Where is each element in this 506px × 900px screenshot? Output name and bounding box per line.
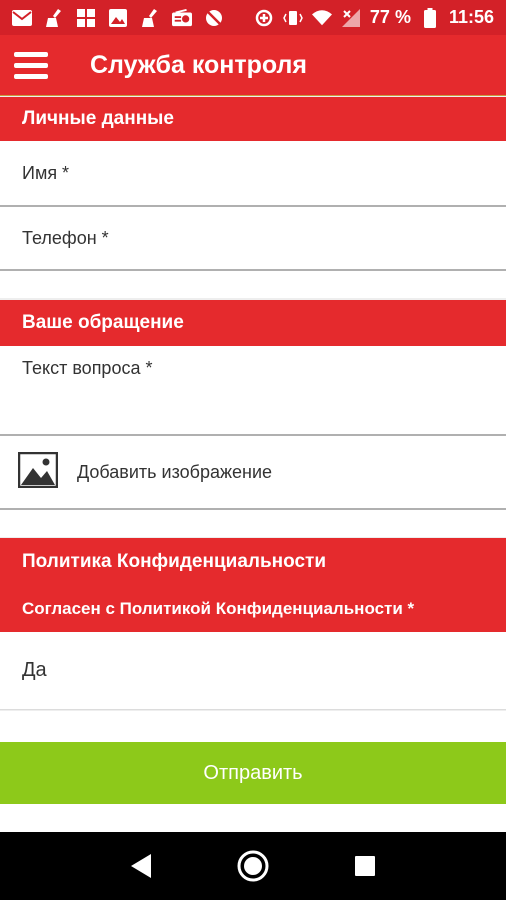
back-triangle-icon — [131, 854, 151, 878]
section-spacer — [0, 271, 506, 298]
wifi-icon — [311, 9, 332, 27]
section-header-personal: Личные данные — [0, 97, 506, 141]
system-status: 77 % 11:56 — [254, 7, 494, 28]
recents-button[interactable] — [345, 846, 385, 886]
image-icon — [17, 451, 59, 493]
back-button[interactable] — [121, 846, 161, 886]
notification-icons — [12, 8, 224, 27]
name-field[interactable] — [0, 141, 506, 207]
section-header-privacy: Политика Конфиденциальности — [0, 538, 506, 586]
add-image-label: Добавить изображение — [77, 461, 273, 482]
recents-square-icon — [355, 856, 375, 876]
question-textarea[interactable] — [22, 346, 482, 416]
menu-button[interactable] — [0, 35, 60, 96]
question-field[interactable] — [0, 346, 506, 436]
page-title: Служба контроля — [90, 50, 308, 79]
radio-icon — [172, 8, 192, 27]
navigation-bar — [0, 832, 506, 900]
privacy-select[interactable]: Да — [0, 632, 506, 710]
home-circle-icon — [237, 850, 269, 882]
privacy-agree-label: Согласен с Политикой Конфиденциальности … — [0, 586, 506, 632]
bottom-spacer — [0, 804, 506, 832]
image-icon — [108, 8, 128, 27]
vibrate-icon — [283, 9, 303, 27]
no-signal-icon — [204, 9, 224, 27]
phone-field[interactable] — [0, 207, 506, 271]
broom-icon — [140, 8, 160, 27]
section-spacer — [0, 711, 506, 742]
battery-icon — [420, 7, 440, 28]
mail-icon — [12, 9, 32, 27]
clock: 11:56 — [448, 7, 494, 27]
battery-percent: 77 % — [369, 7, 411, 27]
add-image-button[interactable]: Добавить изображение — [0, 436, 506, 510]
broom-icon — [44, 8, 64, 27]
phone-input[interactable] — [22, 227, 482, 249]
section-spacer — [0, 510, 506, 537]
status-bar: 77 % 11:56 — [0, 0, 506, 35]
app-bar: Служба контроля — [0, 35, 506, 96]
data-saver-icon — [254, 9, 274, 27]
no-sim-signal-icon — [341, 8, 361, 27]
home-button[interactable] — [233, 846, 273, 886]
grid-icon — [76, 8, 96, 27]
privacy-selected-value: Да — [22, 659, 47, 681]
submit-button[interactable]: Отправить — [0, 742, 506, 804]
name-input[interactable] — [22, 162, 482, 184]
hamburger-icon — [14, 51, 48, 57]
section-header-request: Ваше обращение — [0, 300, 506, 346]
